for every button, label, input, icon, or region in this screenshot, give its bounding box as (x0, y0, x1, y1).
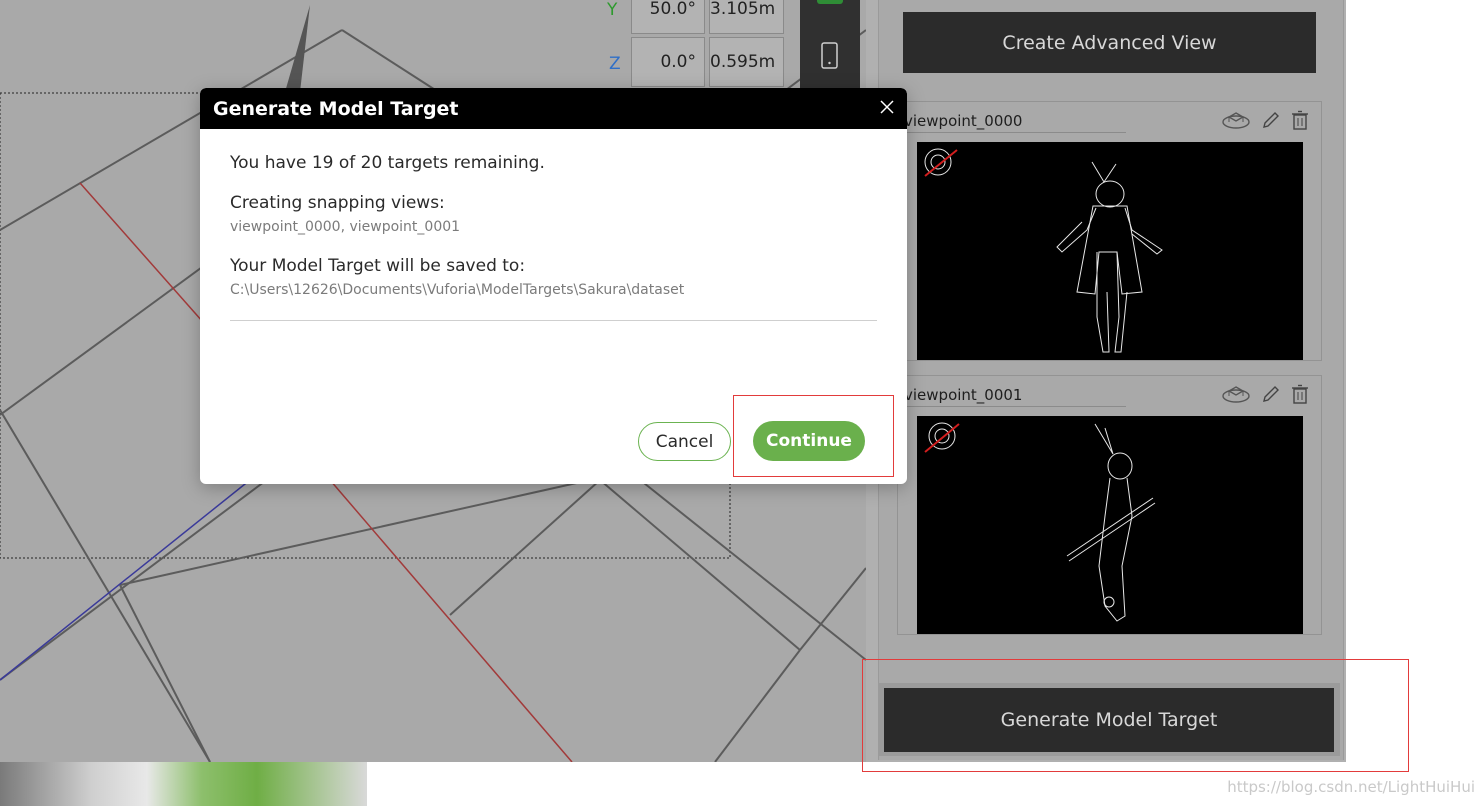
model-spike (285, 5, 310, 92)
y-distance-field[interactable]: 3.105m (709, 0, 784, 34)
delete-trash-icon[interactable] (1291, 384, 1309, 404)
app-window: Y 50.0° 3.105m Z 0.0° 0.595m Create Adva… (0, 0, 1483, 806)
watermark-text: https://blog.csdn.net/LightHuiHui (1227, 778, 1475, 796)
y-angle-field[interactable]: 50.0° (631, 0, 705, 34)
viewpoint-actions (1221, 384, 1309, 404)
viewpoint-name-field[interactable]: viewpoint_0000 (904, 112, 1126, 133)
dialog-header: Generate Model Target (200, 88, 907, 129)
z-angle-field[interactable]: 0.0° (631, 37, 705, 87)
edit-pencil-icon[interactable] (1261, 110, 1281, 130)
viewpoint-thumbnail (917, 142, 1303, 360)
y-axis-label: Y (607, 0, 618, 20)
edit-pencil-icon[interactable] (1261, 384, 1281, 404)
model-view-icon[interactable] (1221, 384, 1251, 404)
viewpoint-thumbnail (917, 416, 1303, 634)
snapping-views-list: viewpoint_0000, viewpoint_0001 (230, 219, 461, 235)
model-view-icon[interactable] (1221, 110, 1251, 130)
viewpoint-actions (1221, 110, 1309, 130)
character-outline-side (924, 422, 1156, 622)
viewpoint-card[interactable]: viewpoint_0000 (897, 101, 1322, 361)
cancel-button[interactable]: Cancel (638, 422, 731, 461)
save-location-heading: Your Model Target will be saved to: (230, 256, 526, 276)
delete-trash-icon[interactable] (1291, 110, 1309, 130)
viewpoint-name-field[interactable]: viewpoint_0001 (904, 386, 1126, 407)
generate-model-target-dialog: Generate Model Target You have 19 of 20 … (200, 88, 907, 484)
panel-margin (1346, 0, 1483, 762)
z-axis-label: Z (609, 54, 621, 74)
create-advanced-view-button[interactable]: Create Advanced View (903, 12, 1316, 73)
viewpoint-card[interactable]: viewpoint_0001 (897, 375, 1322, 635)
viewport-toolbar (800, 0, 860, 88)
close-icon[interactable] (877, 98, 897, 118)
dialog-divider (230, 320, 877, 321)
z-distance-field[interactable]: 0.595m (709, 37, 784, 87)
continue-button[interactable]: Continue (753, 421, 865, 461)
snapping-views-heading: Creating snapping views: (230, 193, 445, 213)
mobile-device-icon[interactable] (820, 41, 840, 71)
generate-model-target-button[interactable]: Generate Model Target (884, 688, 1334, 752)
dialog-title: Generate Model Target (213, 98, 459, 120)
targets-remaining-text: You have 19 of 20 targets remaining. (230, 153, 545, 173)
active-tab-indicator (817, 0, 843, 4)
model-preview-thumbnail (0, 762, 367, 806)
character-outline-front (924, 148, 1163, 353)
save-location-path: C:\Users\12626\Documents\Vuforia\ModelTa… (230, 282, 685, 298)
